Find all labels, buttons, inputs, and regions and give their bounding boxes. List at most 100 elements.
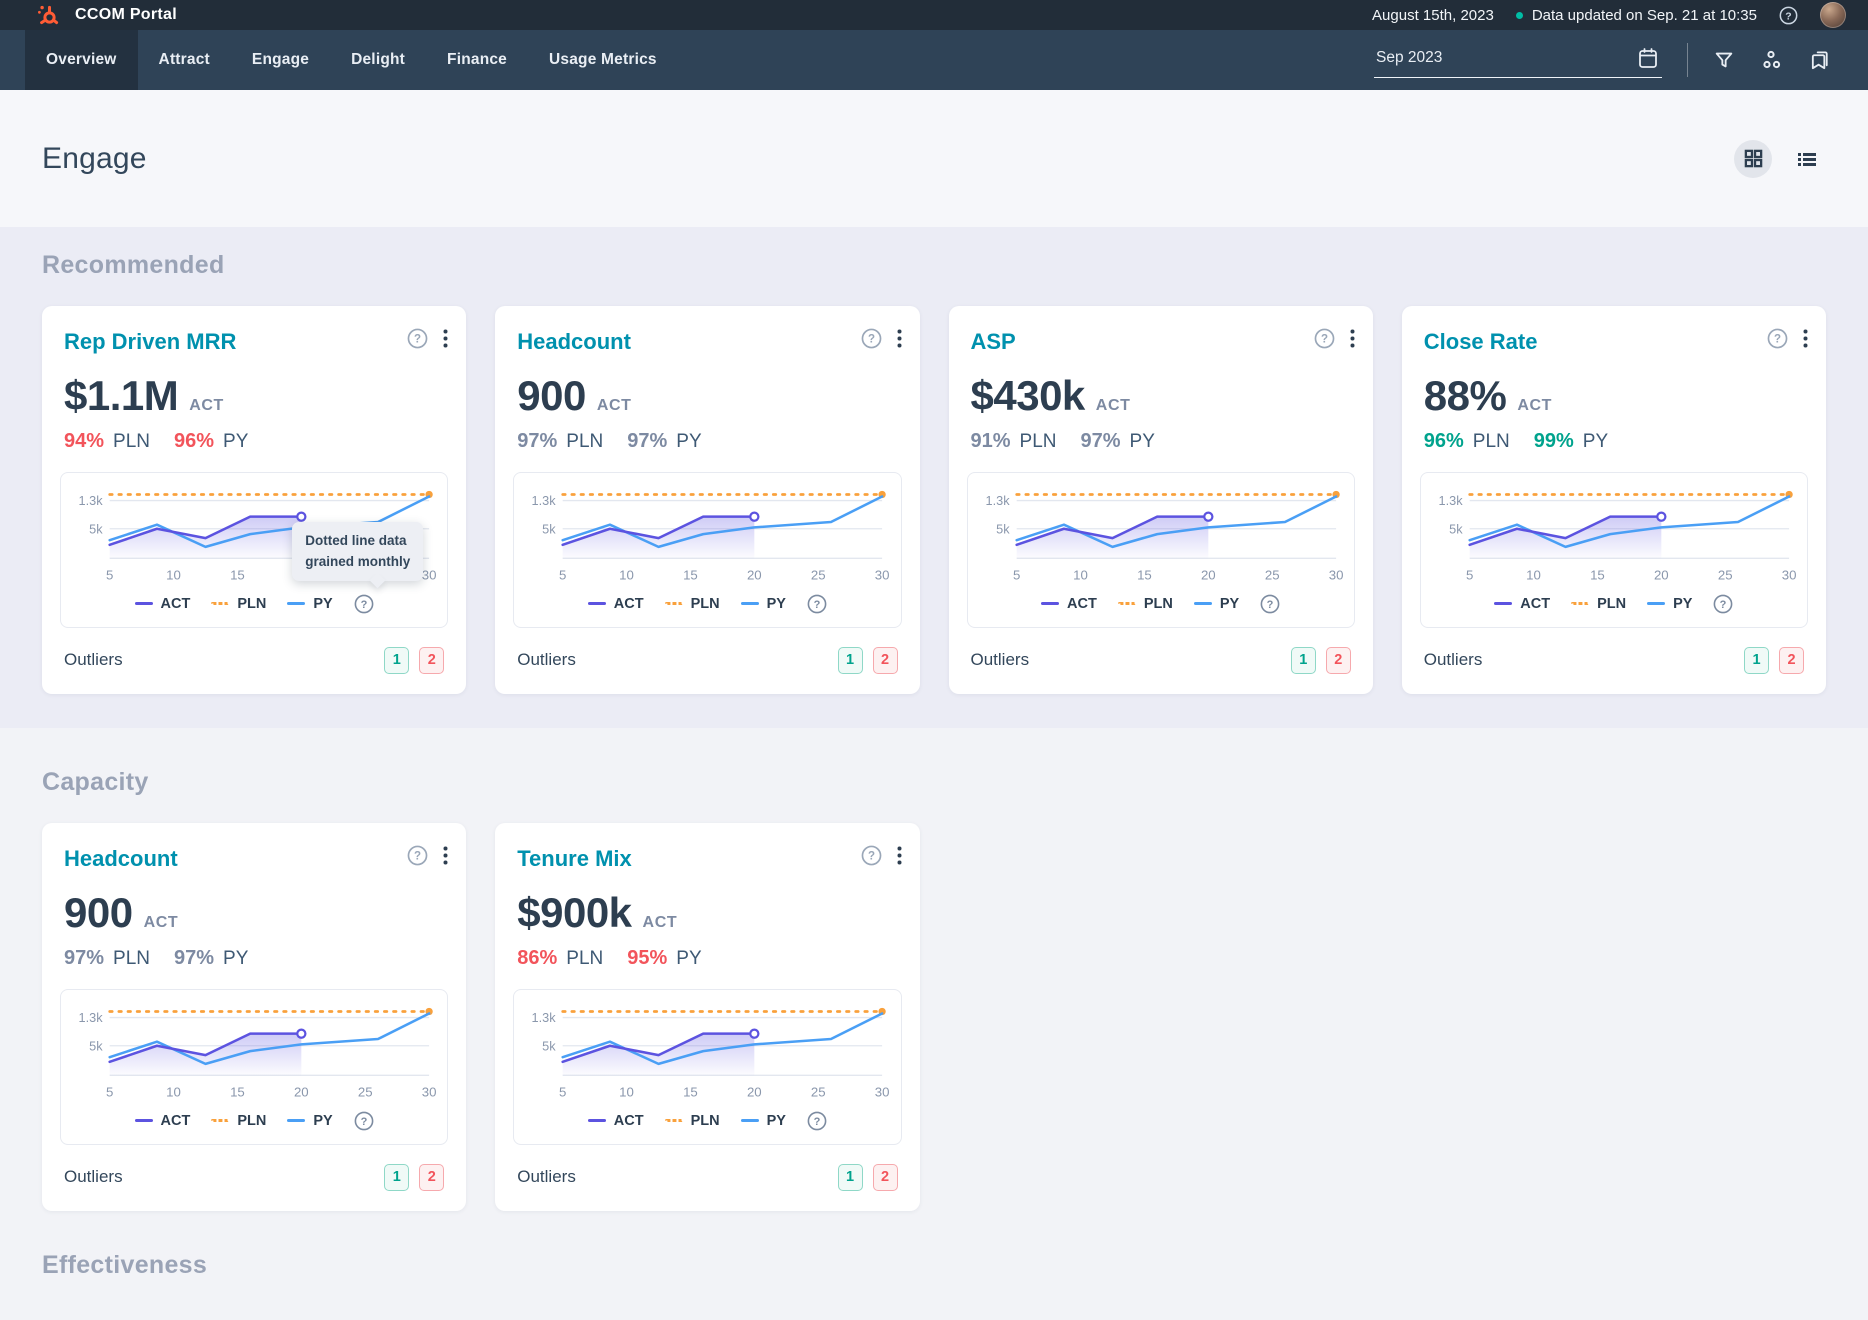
- kebab-menu-icon[interactable]: [443, 846, 448, 865]
- metric-title[interactable]: Tenure Mix: [517, 846, 632, 872]
- cluster-icon[interactable]: [1760, 48, 1784, 72]
- outlier-badge-bad[interactable]: 2: [419, 1164, 444, 1191]
- date-picker[interactable]: Sep 2023: [1374, 42, 1662, 78]
- metric-help-icon[interactable]: ?: [1767, 328, 1788, 349]
- grid-view-button[interactable]: [1734, 140, 1772, 178]
- metric-help-icon[interactable]: ?: [861, 845, 882, 866]
- chart-legend: ACT PLN PY ?: [978, 589, 1344, 623]
- kebab-menu-icon[interactable]: [897, 846, 902, 865]
- metric-title[interactable]: Close Rate: [1424, 329, 1538, 355]
- list-view-button[interactable]: [1788, 140, 1826, 178]
- legend-act: ACT: [135, 596, 191, 612]
- tab-attract[interactable]: Attract: [138, 30, 231, 90]
- svg-text:25: 25: [1718, 568, 1733, 583]
- metric-help-icon[interactable]: ?: [407, 328, 428, 349]
- tab-engage[interactable]: Engage: [231, 30, 330, 90]
- svg-text:15: 15: [230, 568, 245, 583]
- kebab-menu-icon[interactable]: [897, 329, 902, 348]
- svg-text:10: 10: [619, 1084, 634, 1099]
- legend-help-icon[interactable]: ?: [807, 1111, 827, 1131]
- outliers-label: Outliers: [517, 1167, 576, 1187]
- legend-py: PY: [741, 596, 786, 612]
- svg-text:30: 30: [422, 1084, 437, 1099]
- metric-title[interactable]: Headcount: [64, 846, 178, 872]
- outlier-badge-bad[interactable]: 2: [1779, 647, 1804, 674]
- py-line-swatch: [741, 1119, 759, 1122]
- section-capacity: Capacity Headcount ? 900 ACT 97% PLN 97%: [0, 728, 1868, 1211]
- svg-text:5: 5: [106, 1084, 113, 1099]
- svg-text:5: 5: [106, 568, 113, 583]
- chart-legend: ACT PLN PY ?: [71, 1106, 437, 1140]
- outlier-badge-bad[interactable]: 2: [873, 647, 898, 674]
- kebab-menu-icon[interactable]: [1350, 329, 1355, 348]
- chart-legend: ACT PLN PY ?: [71, 589, 437, 623]
- pln-line-swatch: [665, 602, 683, 605]
- outlier-badge-bad[interactable]: 2: [419, 647, 444, 674]
- svg-text:15: 15: [683, 1084, 698, 1099]
- legend-help-icon[interactable]: ?: [807, 594, 827, 614]
- pln-percent: 94%: [64, 430, 104, 453]
- svg-text:30: 30: [1328, 568, 1343, 583]
- legend-help-icon[interactable]: ?: [354, 1111, 374, 1131]
- outlier-badge-good[interactable]: 1: [838, 1164, 863, 1191]
- tab-finance[interactable]: Finance: [426, 30, 528, 90]
- legend-help-icon[interactable]: ?: [1260, 594, 1280, 614]
- legend-help-icon[interactable]: ?: [1713, 594, 1733, 614]
- help-icon[interactable]: ?: [1779, 6, 1798, 25]
- tab-usage-metrics[interactable]: Usage Metrics: [528, 30, 678, 90]
- sparkline-chart: 1.3k5k51015202530: [524, 1000, 890, 1106]
- py-line-swatch: [287, 1119, 305, 1122]
- mini-chart: 1.3k5k51015202530 ACT PLN PY ? Dotted li…: [513, 472, 901, 628]
- pln-line-swatch: [1571, 602, 1589, 605]
- outlier-badge-good[interactable]: 1: [1744, 647, 1769, 674]
- legend-help-icon[interactable]: ?: [354, 594, 374, 614]
- bookmark-icon[interactable]: [1809, 49, 1832, 72]
- svg-text:15: 15: [683, 568, 698, 583]
- metric-help-icon[interactable]: ?: [861, 328, 882, 349]
- svg-text:?: ?: [1321, 334, 1328, 346]
- metric-card: Headcount ? 900 ACT 97% PLN 97% PY: [42, 823, 466, 1211]
- metric-help-icon[interactable]: ?: [407, 845, 428, 866]
- metric-help-icon[interactable]: ?: [1314, 328, 1335, 349]
- legend-py: PY: [1194, 596, 1239, 612]
- svg-text:5: 5: [1466, 568, 1473, 583]
- py-percent: 99%: [1534, 430, 1574, 453]
- svg-text:1.3k: 1.3k: [1438, 493, 1463, 508]
- pln-percent: 97%: [64, 947, 104, 970]
- user-avatar[interactable]: [1820, 2, 1846, 28]
- py-line-swatch: [1194, 602, 1212, 605]
- outlier-badge-good[interactable]: 1: [384, 1164, 409, 1191]
- outlier-badge-good[interactable]: 1: [1291, 647, 1316, 674]
- date-picker-value[interactable]: Sep 2023: [1376, 49, 1442, 67]
- pln-line-swatch: [665, 1119, 683, 1122]
- pln-line-swatch: [211, 602, 229, 605]
- calendar-icon[interactable]: [1636, 46, 1660, 70]
- metric-value: $1.1M: [64, 372, 178, 420]
- kebab-menu-icon[interactable]: [443, 329, 448, 348]
- metric-title[interactable]: Headcount: [517, 329, 631, 355]
- kebab-menu-icon[interactable]: [1803, 329, 1808, 348]
- svg-text:?: ?: [1785, 11, 1791, 22]
- outlier-badge-bad[interactable]: 2: [1326, 647, 1351, 674]
- pln-label: PLN: [566, 948, 603, 970]
- sparkline-chart: 1.3k5k51015202530: [1431, 483, 1797, 589]
- outlier-badge-good[interactable]: 1: [384, 647, 409, 674]
- tab-delight[interactable]: Delight: [330, 30, 426, 90]
- legend-py: PY: [287, 596, 332, 612]
- act-line-swatch: [588, 602, 606, 605]
- legend-py: PY: [287, 1113, 332, 1129]
- page-title: Engage: [42, 142, 147, 176]
- outlier-badge-bad[interactable]: 2: [873, 1164, 898, 1191]
- metric-title[interactable]: ASP: [971, 329, 1016, 355]
- filter-icon[interactable]: [1713, 49, 1735, 71]
- mini-chart: 1.3k5k51015202530 ACT PLN PY ? Dotted li…: [1420, 472, 1808, 628]
- outlier-badge-good[interactable]: 1: [838, 647, 863, 674]
- act-label: ACT: [597, 397, 632, 415]
- view-toggles: [1734, 140, 1826, 178]
- metric-title[interactable]: Rep Driven MRR: [64, 329, 236, 355]
- pln-label: PLN: [566, 431, 603, 453]
- svg-text:?: ?: [414, 850, 421, 862]
- tab-overview[interactable]: Overview: [25, 30, 138, 90]
- act-line-swatch: [1494, 602, 1512, 605]
- hubspot-logo-icon: [36, 3, 60, 27]
